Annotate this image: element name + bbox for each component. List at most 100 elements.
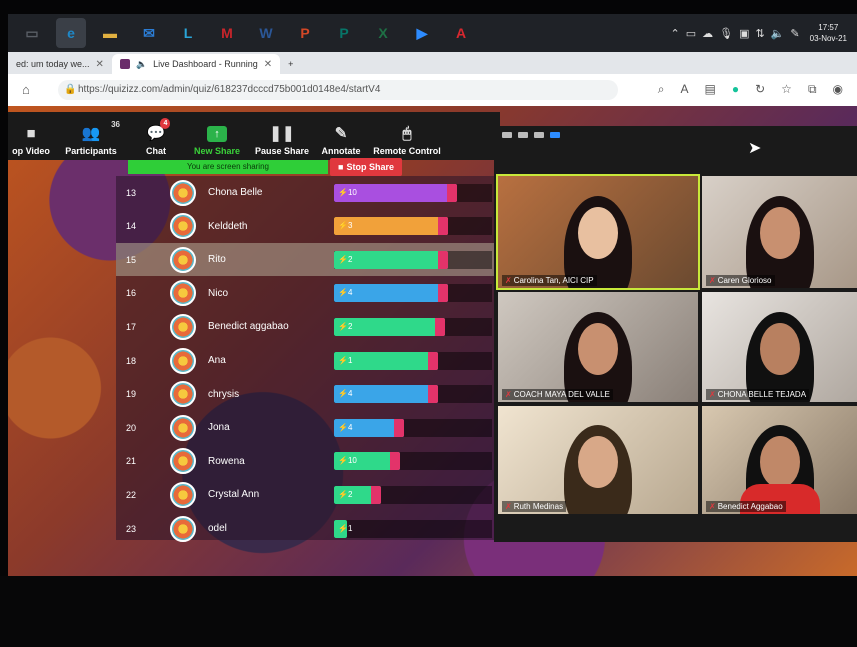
url-field[interactable]: 🔒 https://quizizz.com/admin/quiz/618237d… (58, 80, 618, 100)
acrobat-icon[interactable]: A (446, 18, 476, 48)
video-tile[interactable]: ✗ Ruth Medinas (498, 406, 698, 514)
chevron-up-icon[interactable]: ⌃ (671, 27, 680, 40)
rank-number: 23 (125, 523, 136, 534)
rank-number: 14 (125, 221, 136, 232)
volume-icon[interactable]: 🔈 (771, 27, 785, 40)
player-name: Kelddeth (208, 220, 248, 232)
lock-icon: 🔒 (64, 84, 77, 95)
leaderboard-row: 19 chrysis ⚡4 (116, 378, 496, 411)
incorrect-segment (390, 452, 401, 471)
participant-name-text: Caren Glorioso (717, 276, 772, 285)
monitor-bezel-top (0, 0, 857, 14)
zoom-share-toolbar: ■ op Video 👥 Participants 36 💬 Chat 4 ↑ New Share… (8, 112, 500, 160)
streak-score: ⚡2 (338, 254, 353, 264)
network-icon[interactable]: ⇅ (756, 27, 765, 40)
screen-sharing-banner: You are screen sharing (128, 160, 328, 174)
cloud-icon[interactable]: ☁ (702, 27, 713, 40)
powerpoint-icon[interactable]: P (290, 18, 320, 48)
progress-bar: ⚡10 (334, 183, 458, 202)
new-tab-button[interactable]: + (280, 54, 301, 74)
chat-button[interactable]: 💬 Chat 4 (128, 112, 184, 160)
collections-icon[interactable]: ⧉ (808, 82, 817, 97)
progress-bar: ⚡1 (334, 519, 352, 538)
refresh-extension-icon[interactable]: ↻ (755, 82, 765, 97)
player-avatar (170, 246, 196, 273)
player-avatar (170, 448, 196, 475)
streak-score: ⚡2 (338, 489, 353, 499)
favorites-icon[interactable]: ☆ (781, 82, 792, 97)
monitor-bezel-left (0, 0, 8, 647)
player-name: Jona (208, 422, 230, 434)
player-name: Chona Belle (208, 187, 263, 198)
tab-previous[interactable]: ed: um today we... ✕ (8, 54, 112, 74)
progress-bar: ⚡4 (334, 418, 404, 437)
speaker-icon: 🔈 (135, 58, 148, 69)
participants-label: Participants (65, 146, 117, 156)
task-view-icon[interactable]: ▭ (17, 18, 47, 48)
close-icon[interactable]: ✕ (96, 59, 104, 70)
remote-control-button[interactable]: 🖱 Remote Control (368, 112, 446, 160)
microphone-icon[interactable]: 🎙 (719, 27, 733, 40)
tab-live-dashboard[interactable]: 🔈 Live Dashboard - Running ✕ (111, 54, 281, 74)
participants-icon: 👥 (81, 125, 101, 142)
participant-name: ✗ CHONA BELLE TEJADA (706, 389, 810, 400)
excel-icon[interactable]: X (368, 18, 398, 48)
player-avatar (170, 213, 196, 240)
player-avatar (170, 313, 196, 340)
home-icon[interactable]: ⌂ (22, 82, 30, 97)
video-tile[interactable]: ✗ Caren Glorioso (702, 176, 857, 288)
participants-button[interactable]: 👥 Participants 36 (54, 112, 128, 160)
pause-share-icon: ❚❚ (269, 125, 295, 142)
progress-bar: ⚡2 (334, 485, 382, 504)
video-tile[interactable]: ✗ Benedict Aggabao (702, 406, 857, 514)
zoom-gallery-view: ✗ Carolina Tan, AICI CIP ✗ Caren Glorioso ✗ C… (494, 126, 857, 542)
taskbar-clock[interactable]: 17:57 03-Nov-21 (810, 22, 847, 44)
pause-share-button[interactable]: ❚❚ Pause Share (250, 112, 314, 160)
video-tile[interactable]: ✗ COACH MAYA DEL VALLE (498, 292, 698, 402)
file-explorer-icon[interactable]: ▬ (95, 18, 125, 48)
leaderboard-row: 22 Crystal Ann ⚡2 (116, 478, 496, 511)
participant-name: ✗ Ruth Medinas (502, 501, 567, 512)
streak-score: ⚡1 (338, 523, 353, 533)
player-name: Benedict aggabao (208, 321, 289, 333)
stop-share-button[interactable]: ■ Stop Share (330, 158, 402, 176)
pen-icon[interactable]: ✎ (790, 27, 799, 40)
mouse-cursor-icon: ➤ (748, 140, 762, 157)
mail-icon[interactable]: ✉ (134, 18, 164, 48)
display-icon[interactable]: ▣ (739, 27, 749, 40)
player-avatar (170, 414, 196, 441)
word-icon[interactable]: W (251, 18, 281, 48)
participant-name-text: Ruth Medinas (513, 502, 564, 511)
battery-icon[interactable]: ▭ (686, 27, 696, 40)
stop-video-button[interactable]: ■ op Video (8, 112, 54, 160)
streak-score: ⚡4 (338, 422, 353, 432)
participant-name: ✗ Caren Glorioso (706, 275, 775, 286)
player-avatar (170, 515, 196, 542)
read-aloud-icon[interactable]: A (681, 82, 689, 97)
profile-avatar[interactable]: ◉ (833, 82, 843, 97)
video-tile[interactable]: ✗ Carolina Tan, AICI CIP (496, 174, 700, 290)
participant-count: 36 (111, 120, 120, 129)
progress-bar: ⚡2 (334, 250, 448, 269)
new-share-button[interactable]: ↑ New Share (184, 112, 250, 160)
extension-icon[interactable]: ▤ (705, 82, 716, 97)
stop-icon: ■ (338, 162, 344, 172)
player-avatar (170, 280, 196, 307)
zoom-icon[interactable]: ▶ (407, 18, 437, 48)
participant-name: ✗ COACH MAYA DEL VALLE (502, 389, 613, 400)
publisher-icon[interactable]: P (329, 18, 359, 48)
streak-score: ⚡3 (338, 221, 353, 231)
close-icon[interactable]: ✕ (264, 59, 272, 70)
video-tile[interactable]: ✗ CHONA BELLE TEJADA (702, 292, 857, 402)
incorrect-segment (434, 317, 445, 336)
incorrect-segment (428, 385, 439, 404)
grammarly-icon[interactable]: ● (732, 82, 739, 97)
gallery-view-controls[interactable] (502, 132, 560, 138)
annotate-button[interactable]: ✎ Annotate (314, 112, 368, 160)
lens-app-icon[interactable]: L (173, 18, 203, 48)
edge-icon[interactable]: e (56, 18, 86, 48)
player-name: Rowena (208, 455, 245, 467)
mcafee-icon[interactable]: M (212, 18, 242, 48)
annotate-label: Annotate (321, 146, 361, 156)
zoom-magnifier-icon[interactable]: ⌕ (658, 82, 665, 97)
